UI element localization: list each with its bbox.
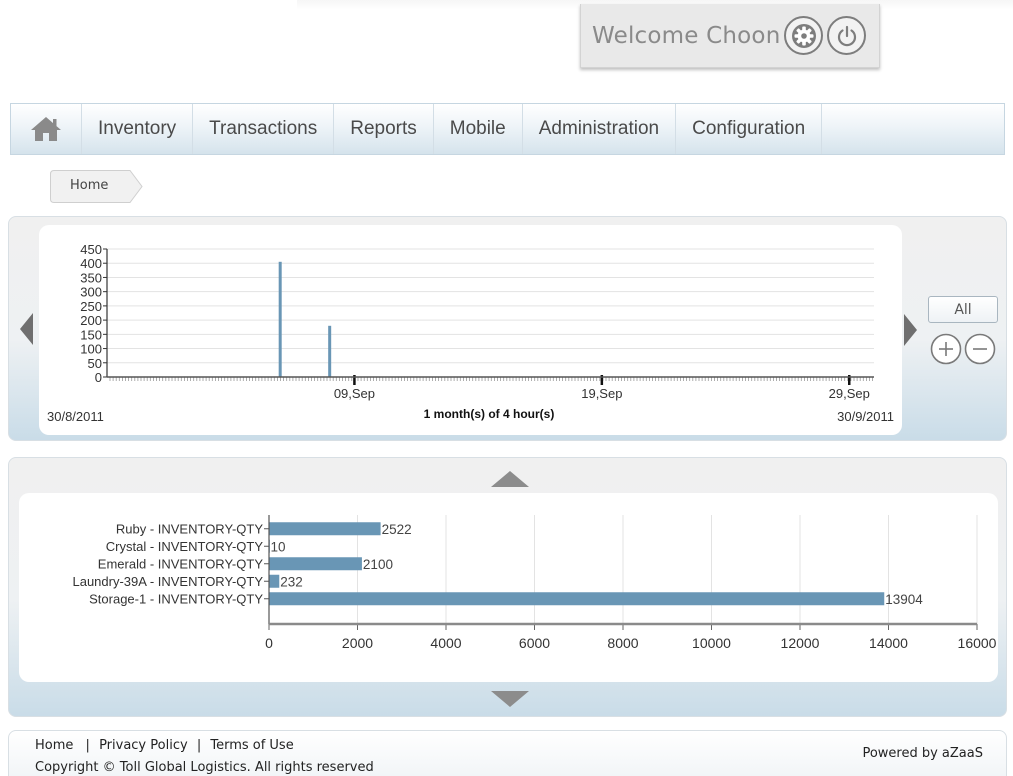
footer-link-privacy[interactable]: Privacy Policy — [99, 738, 188, 753]
timeline-y-tick-label: 250 — [80, 299, 102, 314]
inventory-x-tick-label: 14000 — [869, 635, 908, 651]
gear-icon — [791, 23, 816, 48]
footer-link-terms[interactable]: Terms of Use — [210, 738, 293, 753]
nav-item-administration[interactable]: Administration — [523, 104, 677, 154]
scroll-left-arrow-icon[interactable] — [19, 312, 35, 346]
inventory-panel: Ruby - INVENTORY-QTY Crystal - INVENTORY-… — [8, 457, 1007, 717]
scroll-up-arrow-icon[interactable] — [490, 470, 530, 488]
inventory-bar-chart: Ruby - INVENTORY-QTY Crystal - INVENTORY-… — [72, 515, 997, 651]
inventory-category-label: Emerald - INVENTORY-QTY — [98, 556, 264, 571]
inventory-value-label: 13904 — [885, 592, 923, 607]
timeline-y-tick-label: 400 — [80, 256, 102, 271]
inventory-x-tick-label: 8000 — [607, 635, 638, 651]
welcome-text: Welcome Choon — [592, 22, 781, 49]
inventory-bar[interactable] — [269, 522, 381, 536]
inventory-chart-card: Ruby - INVENTORY-QTY Crystal - INVENTORY-… — [19, 493, 998, 682]
breadcrumb-home[interactable]: Home — [70, 178, 108, 193]
timeline-y-tick-label: 200 — [80, 313, 102, 328]
zoom-all-button[interactable]: All — [928, 296, 998, 323]
timeline-start-date: 30/8/2011 — [47, 409, 104, 424]
timeline-panel: 0 50 100 150 200 250 300 350 400 450 09,Sep 19,Sep… — [8, 216, 1007, 441]
inventory-x-tick-label: 10000 — [692, 635, 731, 651]
timeline-end-date: 30/9/2011 — [837, 409, 894, 424]
home-icon — [31, 117, 61, 141]
inventory-bar[interactable] — [269, 574, 280, 588]
inventory-category-label: Laundry-39A - INVENTORY-QTY — [72, 574, 263, 589]
inventory-x-tick-label: 6000 — [519, 635, 550, 651]
nav-item-configuration[interactable]: Configuration — [676, 104, 823, 154]
inventory-x-tick-label: 4000 — [430, 635, 461, 651]
timeline-bar[interactable] — [328, 325, 332, 377]
footer-powered-by: Powered by aZaaS — [862, 746, 983, 761]
scroll-down-arrow-icon[interactable] — [490, 690, 530, 708]
inventory-bar[interactable] — [269, 592, 885, 606]
timeline-y-tick-label: 100 — [80, 342, 102, 357]
inventory-x-tick-label: 12000 — [781, 635, 820, 651]
settings-button[interactable] — [784, 16, 824, 55]
inventory-x-tick-label: 0 — [265, 635, 273, 651]
inventory-x-tick-label: 16000 — [958, 635, 997, 651]
timeline-y-tick-label: 450 — [80, 242, 102, 257]
footer-separator: | — [196, 738, 202, 753]
timeline-y-tick-label: 350 — [80, 270, 102, 285]
inventory-category-label: Crystal - INVENTORY-QTY — [106, 539, 264, 554]
scroll-right-arrow-icon[interactable] — [902, 313, 918, 347]
footer-link-home[interactable]: Home — [35, 738, 73, 753]
zoom-in-icon[interactable] — [930, 333, 962, 365]
inventory-category-label: Ruby - INVENTORY-QTY — [116, 521, 263, 536]
nav-item-transactions[interactable]: Transactions — [193, 104, 335, 154]
timeline-range-label: 1 month(s) of 4 hour(s) — [424, 407, 555, 421]
timeline-bar[interactable] — [278, 261, 282, 377]
timeline-y-tick-label: 0 — [95, 370, 102, 385]
inventory-value-label: 10 — [270, 539, 285, 554]
footer: Home | Privacy Policy | Terms of Use Cop… — [8, 730, 1007, 776]
timeline-y-tick-label: 50 — [88, 356, 102, 371]
inventory-category-label: Storage-1 - INVENTORY-QTY — [89, 591, 263, 606]
nav-home-button[interactable] — [11, 104, 82, 154]
welcome-panel: Welcome Choon — [580, 4, 880, 68]
nav-item-inventory[interactable]: Inventory — [82, 104, 194, 154]
footer-links: Home | Privacy Policy | Terms of Use — [35, 738, 294, 753]
main-nav: Inventory Transactions Reports Mobile Ad… — [10, 103, 1005, 155]
footer-separator: | — [85, 738, 90, 753]
timeline-y-tick-label: 300 — [80, 285, 102, 300]
breadcrumb[interactable]: Home — [50, 170, 144, 203]
timeline-x-tick-label: 19,Sep — [581, 386, 622, 401]
timeline-x-tick-label: 29,Sep — [829, 386, 870, 401]
timeline-x-tick-label: 09,Sep — [334, 386, 375, 401]
timeline-chart-card: 0 50 100 150 200 250 300 350 400 450 09,Sep 19,Sep… — [39, 225, 902, 435]
logout-button[interactable] — [827, 16, 867, 55]
inventory-value-label: 232 — [280, 574, 303, 589]
inventory-x-tick-label: 2000 — [342, 635, 373, 651]
inventory-value-label: 2522 — [382, 522, 412, 537]
timeline-chart: 050100150200250300350400450 09,Sep 19,Sep… — [47, 242, 894, 424]
inventory-bar[interactable] — [269, 557, 362, 571]
nav-item-reports[interactable]: Reports — [334, 104, 434, 154]
footer-copyright: Copyright © Toll Global Logistics. All r… — [35, 760, 374, 775]
inventory-value-label: 2100 — [363, 557, 393, 572]
zoom-out-icon[interactable] — [964, 333, 996, 365]
power-icon — [837, 25, 857, 46]
timeline-y-tick-label: 150 — [80, 327, 102, 342]
nav-item-mobile[interactable]: Mobile — [434, 104, 523, 154]
